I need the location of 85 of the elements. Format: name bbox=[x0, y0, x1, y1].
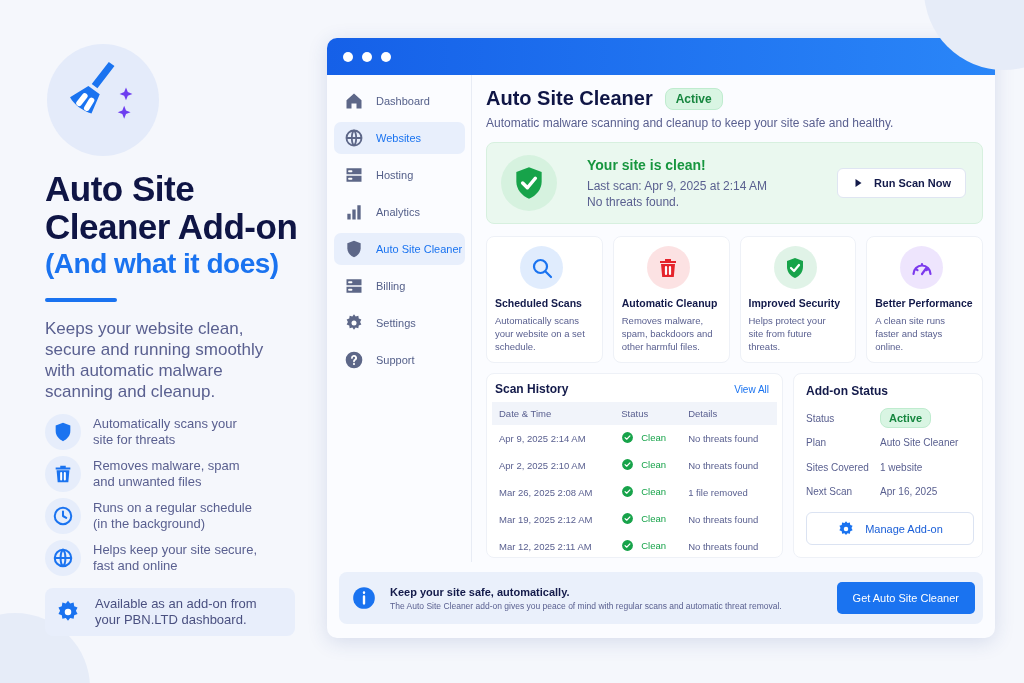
table-cell: Apr 9, 2025 2:14 AM bbox=[492, 425, 615, 452]
status-value: 1 website bbox=[880, 461, 923, 473]
status-badge: Active bbox=[880, 408, 932, 429]
feature-trash-icon bbox=[45, 456, 81, 492]
column-header: Date & Time bbox=[492, 402, 615, 425]
status-value: Apr 16, 2025 bbox=[880, 486, 938, 498]
view-all-link[interactable]: View All bbox=[734, 383, 769, 395]
status-label: Plan bbox=[806, 437, 827, 449]
info-icon bbox=[351, 585, 377, 611]
status-text: Clean bbox=[641, 513, 667, 524]
status-text: Clean bbox=[641, 486, 667, 497]
last-scan-text: Last scan: Apr 9, 2025 at 2:14 AM bbox=[587, 177, 769, 194]
table-cell-text: 1 file removed bbox=[687, 486, 749, 500]
feature-title: Better Performance bbox=[875, 297, 974, 309]
sidebar-item[interactable]: Websites bbox=[334, 122, 465, 154]
panel-title: Scan History bbox=[495, 382, 569, 396]
table-cell-text: Mar 12, 2025 2:11 AM bbox=[498, 540, 593, 554]
status-text: Clean bbox=[641, 432, 667, 443]
promo-subtitle: (And what it does) bbox=[45, 248, 280, 280]
feature-description: A clean site runs faster and stays online. bbox=[875, 314, 946, 353]
check-icon bbox=[621, 458, 635, 471]
feature-title: Automatic Cleanup bbox=[621, 297, 719, 309]
promo-title: Auto Site Cleaner Add-on bbox=[45, 170, 299, 246]
threats-text: No threats found. bbox=[587, 193, 681, 210]
banner-title: Keep your site safe, automatically. bbox=[390, 585, 571, 598]
feature-title: Scheduled Scans bbox=[495, 297, 583, 309]
server-icon bbox=[344, 165, 364, 185]
manage-addon-button[interactable]: Manage Add-on bbox=[806, 512, 974, 545]
shield-check-icon bbox=[501, 155, 557, 211]
feature-description: Removes malware, spam, backdoors and other harmful files. bbox=[621, 314, 714, 353]
run-scan-button[interactable]: Run Scan Now bbox=[837, 168, 966, 198]
status-label: Sites Covered bbox=[806, 461, 870, 473]
promo-description: Keeps your website clean, secure and running smoothly with automatic malware scanning and cleanup. bbox=[45, 318, 265, 402]
window-dot[interactable] bbox=[343, 51, 353, 62]
column-header: Status bbox=[614, 402, 682, 425]
feature-clock-icon bbox=[45, 498, 81, 534]
shield-icon bbox=[344, 239, 364, 259]
status-badge: Active bbox=[664, 87, 723, 110]
status-label: Next Scan bbox=[806, 486, 854, 498]
help-icon bbox=[344, 350, 364, 370]
sidebar-item[interactable]: Settings bbox=[334, 307, 465, 339]
status-text: Clean bbox=[641, 459, 667, 470]
bar-chart-icon bbox=[344, 202, 364, 222]
table-cell-text: No threats found bbox=[687, 459, 760, 473]
table-cell-text: No threats found bbox=[687, 540, 760, 554]
check-icon bbox=[621, 431, 635, 444]
feature-text: Runs on a regular schedule (in the background) bbox=[93, 500, 253, 532]
feature-description: Helps protect your site from future threats. bbox=[748, 314, 827, 353]
banner-text: The Auto Site Cleaner add-on gives you peace of mind with regular scans and automatic threat removal. bbox=[390, 600, 783, 611]
sidebar-item[interactable]: Dashboard bbox=[334, 85, 465, 117]
panel-title: Add-on Status bbox=[806, 383, 889, 400]
feature-text: Helps keep your site secure, fast and online bbox=[93, 542, 258, 574]
check-icon bbox=[621, 512, 635, 525]
status-title: Your site is clean! bbox=[587, 156, 707, 173]
check-icon bbox=[621, 539, 635, 552]
sidebar-item[interactable]: Analytics bbox=[334, 196, 465, 228]
globe-icon bbox=[344, 128, 364, 148]
feature-description: Automatically scans your website on a set schedule. bbox=[495, 314, 586, 353]
status-text: Clean bbox=[641, 540, 667, 551]
status-label: Status bbox=[806, 412, 836, 424]
table-cell-text: No threats found bbox=[687, 513, 760, 527]
sidebar-item[interactable]: Billing bbox=[334, 270, 465, 302]
table-cell-text: Mar 19, 2025 2:12 AM bbox=[498, 513, 594, 527]
status-value: Auto Site Cleaner bbox=[880, 437, 959, 449]
feature-globe-icon bbox=[45, 540, 81, 576]
note-text: Available as an add-on from your PBN.LTD dashboard. bbox=[95, 596, 258, 628]
sidebar-item[interactable]: Auto Site Cleaner bbox=[334, 233, 465, 265]
page-description: Automatic malware scanning and cleanup to keep your site safe and healthy. bbox=[486, 116, 895, 130]
sidebar-item[interactable]: Support bbox=[334, 344, 465, 376]
server-icon bbox=[344, 276, 364, 296]
window-dot[interactable] bbox=[362, 51, 372, 62]
window-dot[interactable] bbox=[381, 51, 391, 62]
get-cleaner-button[interactable]: Get Auto Site Cleaner bbox=[836, 582, 975, 614]
table-cell-text: Mar 26, 2025 2:08 AM bbox=[498, 486, 594, 500]
check-icon bbox=[621, 485, 635, 498]
feature-text: Removes malware, spam and unwanted files bbox=[93, 458, 241, 490]
table-cell: No threats found bbox=[681, 425, 777, 452]
column-header: Details bbox=[681, 402, 777, 425]
table-cell-text: Apr 2, 2025 2:10 AM bbox=[498, 459, 587, 473]
home-icon bbox=[344, 91, 364, 111]
feature-shield-icon bbox=[45, 414, 81, 450]
sidebar-item[interactable]: Hosting bbox=[334, 159, 465, 191]
feature-text: Automatically scans your site for threats bbox=[93, 416, 238, 448]
page-title: Auto Site Cleaner bbox=[486, 87, 653, 110]
feature-title: Improved Security bbox=[748, 297, 842, 309]
